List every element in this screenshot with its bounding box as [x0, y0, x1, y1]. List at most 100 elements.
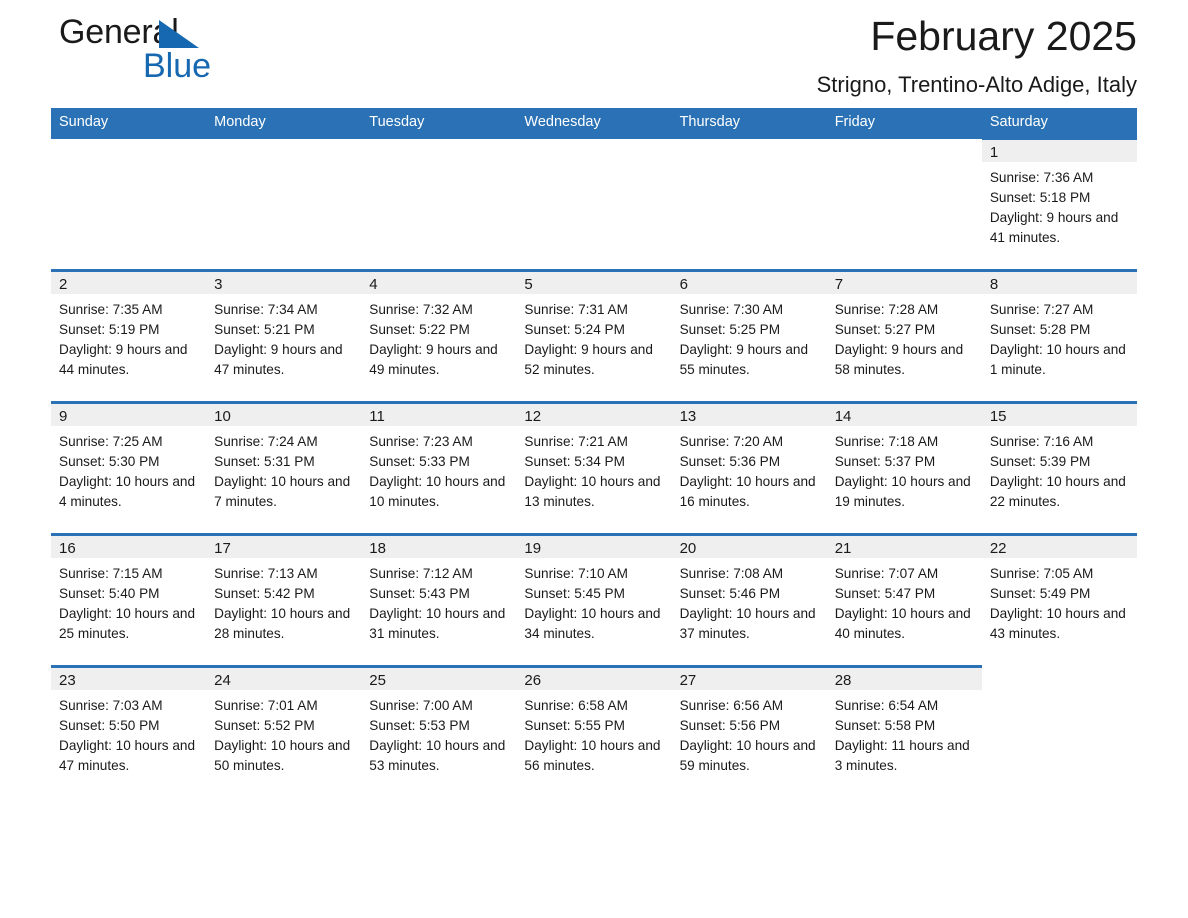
calendar-day-cell-empty	[361, 138, 517, 271]
weekday-header-sunday: Sunday	[51, 108, 207, 139]
calendar-day-cell[interactable]: 15 Sunrise: 7:16 AM Sunset: 5:39 PM Dayligh…	[981, 401, 1137, 535]
daylight-text: Daylight: 9 hours and 44 minutes.	[59, 342, 188, 377]
calendar-day-cell[interactable]: 2 Sunrise: 7:35 AM Sunset: 5:19 PM Daylight…	[51, 269, 207, 403]
calendar-day-cell[interactable]: 24 Sunrise: 7:01 AM Sunset: 5:52 PM Dayligh…	[206, 665, 362, 799]
day-cell-inner: 12 Sunrise: 7:21 AM Sunset: 5:34 PM Dayligh…	[516, 404, 672, 533]
day-sun-info: Sunrise: 6:58 AM Sunset: 5:55 PM Daylight:…	[516, 690, 671, 776]
day-cell-inner: 9 Sunrise: 7:25 AM Sunset: 5:30 PM Daylight…	[51, 404, 207, 533]
day-sun-info: Sunrise: 7:00 AM Sunset: 5:53 PM Daylight:…	[361, 690, 516, 776]
day-sun-info: Sunrise: 7:30 AM Sunset: 5:25 PM Daylight:…	[672, 294, 827, 380]
day-cell-inner: 24 Sunrise: 7:01 AM Sunset: 5:52 PM Dayligh…	[206, 668, 362, 799]
day-number: 22	[981, 536, 1137, 558]
calendar-day-cell[interactable]: 9 Sunrise: 7:25 AM Sunset: 5:30 PM Daylight…	[51, 401, 207, 535]
calendar-day-cell[interactable]: 20 Sunrise: 7:08 AM Sunset: 5:46 PM Dayligh…	[671, 533, 827, 667]
calendar-day-cell[interactable]: 22 Sunrise: 7:05 AM Sunset: 5:49 PM Dayligh…	[981, 533, 1137, 667]
calendar-day-cell[interactable]: 16 Sunrise: 7:15 AM Sunset: 5:40 PM Dayligh…	[51, 533, 207, 667]
day-sun-info: Sunrise: 7:36 AM Sunset: 5:18 PM Daylight:…	[982, 162, 1137, 248]
daylight-text: Daylight: 10 hours and 50 minutes.	[214, 738, 351, 773]
calendar-day-cell[interactable]: 3 Sunrise: 7:34 AM Sunset: 5:21 PM Daylight…	[206, 269, 362, 403]
calendar-day-cell[interactable]: 14 Sunrise: 7:18 AM Sunset: 5:37 PM Dayligh…	[826, 401, 982, 535]
sunrise-text: Sunrise: 7:01 AM	[214, 698, 318, 713]
day-cell-inner	[51, 140, 206, 269]
calendar-day-cell[interactable]: 27 Sunrise: 6:56 AM Sunset: 5:56 PM Dayligh…	[671, 665, 827, 799]
day-number: 12	[516, 404, 672, 426]
day-sun-info: Sunrise: 7:13 AM Sunset: 5:42 PM Daylight:…	[206, 558, 361, 644]
day-sun-info: Sunrise: 6:56 AM Sunset: 5:56 PM Daylight:…	[672, 690, 827, 776]
sunrise-text: Sunrise: 6:54 AM	[834, 698, 939, 713]
daylight-text: Daylight: 10 hours and 16 minutes.	[679, 474, 816, 509]
sunset-text: Sunset: 5:43 PM	[369, 586, 470, 601]
day-cell-inner	[672, 140, 827, 269]
sunset-text: Sunset: 5:25 PM	[679, 322, 781, 337]
calendar-day-cell[interactable]: 1 Sunrise: 7:36 AM Sunset: 5:18 PM Daylight…	[981, 137, 1137, 271]
day-number: 21	[826, 536, 982, 558]
sunset-text: Sunset: 5:28 PM	[989, 322, 1091, 337]
sunrise-text: Sunrise: 6:56 AM	[679, 698, 784, 713]
day-sun-info: Sunrise: 7:21 AM Sunset: 5:34 PM Daylight:…	[516, 426, 671, 512]
weekday-header-tuesday: Tuesday	[361, 108, 517, 139]
day-cell-inner: 26 Sunrise: 6:58 AM Sunset: 5:55 PM Dayligh…	[516, 668, 672, 799]
calendar-page: General Blue February 2025 Strigno, Tren…	[0, 0, 1188, 918]
day-cell-inner: 2 Sunrise: 7:35 AM Sunset: 5:19 PM Daylight…	[51, 272, 207, 401]
sunrise-text: Sunrise: 7:00 AM	[369, 698, 473, 713]
day-number: 18	[361, 536, 517, 558]
calendar-day-cell[interactable]: 19 Sunrise: 7:10 AM Sunset: 5:45 PM Dayligh…	[516, 533, 672, 667]
sunrise-text: Sunrise: 7:27 AM	[989, 302, 1094, 317]
sunset-text: Sunset: 5:53 PM	[369, 718, 470, 733]
calendar-day-cell[interactable]: 28 Sunrise: 6:54 AM Sunset: 5:58 PM Dayligh…	[826, 665, 982, 799]
day-cell-inner: 18 Sunrise: 7:12 AM Sunset: 5:43 PM Dayligh…	[361, 536, 517, 665]
day-sun-info: Sunrise: 7:31 AM Sunset: 5:24 PM Daylight:…	[516, 294, 671, 380]
day-number: 16	[51, 536, 207, 558]
calendar-day-cell[interactable]: 11 Sunrise: 7:23 AM Sunset: 5:33 PM Dayligh…	[361, 401, 517, 535]
day-sun-info: Sunrise: 7:05 AM Sunset: 5:49 PM Daylight:…	[982, 558, 1137, 644]
day-sun-info: Sunrise: 7:20 AM Sunset: 5:36 PM Daylight:…	[672, 426, 827, 512]
daylight-text: Daylight: 9 hours and 41 minutes.	[989, 210, 1119, 245]
sunrise-text: Sunrise: 7:28 AM	[834, 302, 939, 317]
triangle-icon	[159, 20, 199, 48]
sunset-text: Sunset: 5:18 PM	[989, 190, 1091, 205]
calendar-day-cell[interactable]: 21 Sunrise: 7:07 AM Sunset: 5:47 PM Dayligh…	[826, 533, 982, 667]
calendar-day-cell[interactable]: 6 Sunrise: 7:30 AM Sunset: 5:25 PM Daylight…	[671, 269, 827, 403]
day-number: 9	[51, 404, 207, 426]
calendar-day-cell[interactable]: 18 Sunrise: 7:12 AM Sunset: 5:43 PM Dayligh…	[361, 533, 517, 667]
day-sun-info: Sunrise: 7:16 AM Sunset: 5:39 PM Daylight:…	[982, 426, 1137, 512]
day-cell-inner: 7 Sunrise: 7:28 AM Sunset: 5:27 PM Daylight…	[826, 272, 982, 401]
calendar-day-cell[interactable]: 8 Sunrise: 7:27 AM Sunset: 5:28 PM Daylight…	[981, 269, 1137, 403]
daylight-text: Daylight: 10 hours and 28 minutes.	[214, 606, 351, 641]
calendar-day-cell[interactable]: 26 Sunrise: 6:58 AM Sunset: 5:55 PM Dayligh…	[516, 665, 672, 799]
sunset-text: Sunset: 5:40 PM	[59, 586, 160, 601]
sunset-text: Sunset: 5:33 PM	[369, 454, 470, 469]
calendar-day-cell-empty	[981, 666, 1137, 799]
calendar-day-cell[interactable]: 17 Sunrise: 7:13 AM Sunset: 5:42 PM Dayligh…	[206, 533, 362, 667]
calendar-day-cell[interactable]: 4 Sunrise: 7:32 AM Sunset: 5:22 PM Daylight…	[361, 269, 517, 403]
day-number: 27	[671, 668, 827, 690]
calendar-day-cell-empty	[206, 138, 362, 271]
calendar-day-cell[interactable]: 10 Sunrise: 7:24 AM Sunset: 5:31 PM Dayligh…	[206, 401, 362, 535]
sunrise-text: Sunrise: 7:20 AM	[679, 434, 784, 449]
sunset-text: Sunset: 5:30 PM	[59, 454, 160, 469]
day-sun-info: Sunrise: 7:24 AM Sunset: 5:31 PM Daylight:…	[206, 426, 361, 512]
sunrise-text: Sunrise: 7:24 AM	[214, 434, 318, 449]
calendar-day-cell[interactable]: 7 Sunrise: 7:28 AM Sunset: 5:27 PM Daylight…	[826, 269, 982, 403]
weekday-header-wednesday: Wednesday	[516, 108, 672, 139]
daylight-text: Daylight: 10 hours and 53 minutes.	[369, 738, 506, 773]
daylight-text: Daylight: 9 hours and 55 minutes.	[679, 342, 809, 377]
daylight-text: Daylight: 10 hours and 37 minutes.	[679, 606, 816, 641]
day-sun-info: Sunrise: 7:28 AM Sunset: 5:27 PM Daylight:…	[827, 294, 982, 380]
sunset-text: Sunset: 5:27 PM	[834, 322, 936, 337]
day-number: 24	[206, 668, 362, 690]
day-cell-inner: 19 Sunrise: 7:10 AM Sunset: 5:45 PM Dayligh…	[516, 536, 672, 665]
sunset-text: Sunset: 5:37 PM	[834, 454, 936, 469]
day-sun-info: Sunrise: 7:18 AM Sunset: 5:37 PM Daylight:…	[827, 426, 982, 512]
daylight-text: Daylight: 10 hours and 1 minute.	[989, 342, 1126, 377]
daylight-text: Daylight: 9 hours and 49 minutes.	[369, 342, 498, 377]
day-sun-info: Sunrise: 7:23 AM Sunset: 5:33 PM Daylight:…	[361, 426, 516, 512]
calendar-day-cell[interactable]: 12 Sunrise: 7:21 AM Sunset: 5:34 PM Dayligh…	[516, 401, 672, 535]
calendar-day-cell[interactable]: 25 Sunrise: 7:00 AM Sunset: 5:53 PM Dayligh…	[361, 665, 517, 799]
logo-text-blue: Blue	[143, 47, 212, 85]
calendar-day-cell[interactable]: 13 Sunrise: 7:20 AM Sunset: 5:36 PM Dayligh…	[671, 401, 827, 535]
day-number: 17	[206, 536, 362, 558]
calendar-day-cell[interactable]: 23 Sunrise: 7:03 AM Sunset: 5:50 PM Dayligh…	[51, 665, 207, 799]
day-sun-info: Sunrise: 7:32 AM Sunset: 5:22 PM Daylight:…	[361, 294, 516, 380]
calendar-day-cell[interactable]: 5 Sunrise: 7:31 AM Sunset: 5:24 PM Daylight…	[516, 269, 672, 403]
